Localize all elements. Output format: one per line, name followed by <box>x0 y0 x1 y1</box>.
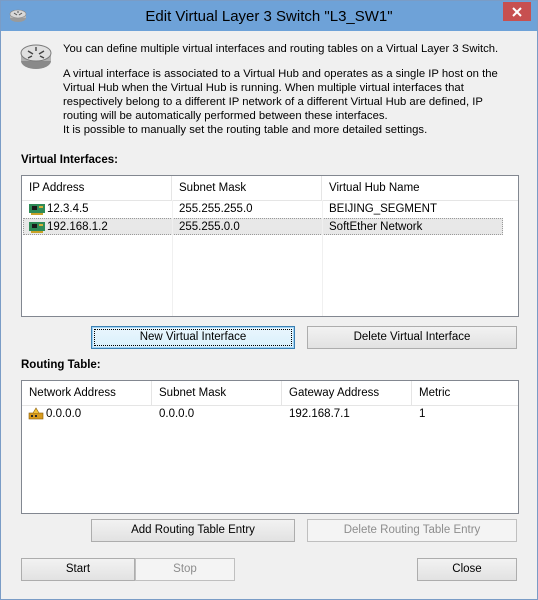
intro-paragraph-1: You can define multiple virtual interfac… <box>63 43 499 55</box>
interface-ip-cell: 192.168.1.2 <box>29 219 108 236</box>
column-divider <box>172 200 173 316</box>
stop-button[interactable]: Stop <box>135 558 235 581</box>
routing-row[interactable]: 0.0.0.0 0.0.0.0 192.168.7.1 1 <box>23 406 513 423</box>
stop-label: Stop <box>173 563 197 575</box>
interface-mask: 255.255.0.0 <box>179 221 240 233</box>
column-header-subnet-mask[interactable]: Subnet Mask <box>172 176 322 200</box>
column-header-metric[interactable]: Metric <box>412 381 518 405</box>
column-divider <box>322 200 323 316</box>
interface-mask: 255.255.255.0 <box>179 203 253 215</box>
network-card-icon <box>29 203 45 215</box>
network-card-icon <box>29 221 45 233</box>
dialog-window: Edit Virtual Layer 3 Switch "L3_SW1" You… <box>0 0 538 600</box>
intro-text: You can define multiple virtual interfac… <box>63 42 513 137</box>
start-label: Start <box>65 563 91 575</box>
delete-routing-entry-label: Delete Routing Table Entry <box>343 524 481 536</box>
routing-gateway: 192.168.7.1 <box>289 408 350 420</box>
column-header-subnet-mask[interactable]: Subnet Mask <box>152 381 282 405</box>
new-virtual-interface-label: New Virtual Interface <box>139 331 247 343</box>
column-header-virtual-hub-name[interactable]: Virtual Hub Name <box>322 176 504 200</box>
new-virtual-interface-button[interactable]: New Virtual Interface <box>91 326 295 349</box>
delete-virtual-interface-label: Delete Virtual Interface <box>353 331 471 343</box>
intro-paragraph-3: It is possible to manually set the routi… <box>63 124 428 136</box>
routing-header: Network Address Subnet Mask Gateway Addr… <box>22 381 518 406</box>
intro-paragraph-2: A virtual interface is associated to a V… <box>63 68 498 122</box>
routing-mask: 0.0.0.0 <box>159 408 195 420</box>
close-icon <box>512 6 522 17</box>
start-button[interactable]: Start <box>21 558 135 581</box>
routing-listview[interactable]: Network Address Subnet Mask Gateway Addr… <box>21 380 519 514</box>
add-routing-entry-label: Add Routing Table Entry <box>131 524 255 536</box>
interface-ip-cell: 12.3.4.5 <box>29 201 89 218</box>
interface-row-selected[interactable]: 192.168.1.2 255.255.0.0 SoftEther Networ… <box>23 218 503 235</box>
interface-row[interactable]: 12.3.4.5 255.255.255.0 BEIJING_SEGMENT <box>23 201 503 218</box>
routing-network-cell: 0.0.0.0 <box>28 406 81 423</box>
column-header-network-address[interactable]: Network Address <box>22 381 152 405</box>
interface-hub: SoftEther Network <box>329 221 423 233</box>
routing-network: 0.0.0.0 <box>46 408 82 420</box>
column-header-gateway-address[interactable]: Gateway Address <box>282 381 412 405</box>
delete-routing-entry-button[interactable]: Delete Routing Table Entry <box>307 519 517 542</box>
column-header-ip-address[interactable]: IP Address <box>22 176 172 200</box>
interfaces-section-label: Virtual Interfaces: <box>21 154 118 166</box>
add-routing-entry-button[interactable]: Add Routing Table Entry <box>91 519 295 542</box>
delete-virtual-interface-button[interactable]: Delete Virtual Interface <box>307 326 517 349</box>
interfaces-header: IP Address Subnet Mask Virtual Hub Name <box>22 176 518 201</box>
interfaces-listview[interactable]: IP Address Subnet Mask Virtual Hub Name … <box>21 175 519 317</box>
routing-metric: 1 <box>419 408 426 420</box>
interface-ip: 12.3.4.5 <box>47 203 89 215</box>
dialog-content: You can define multiple virtual interfac… <box>9 32 529 593</box>
interface-ip: 192.168.1.2 <box>47 221 108 233</box>
interface-hub: BEIJING_SEGMENT <box>329 203 437 215</box>
window-title: Edit Virtual Layer 3 Switch "L3_SW1" <box>145 8 393 25</box>
close-window-button[interactable] <box>503 2 531 21</box>
close-button[interactable]: Close <box>417 558 517 581</box>
close-label: Close <box>452 563 482 575</box>
layer3-switch-icon <box>20 44 52 69</box>
router-icon <box>28 407 44 420</box>
title-bar[interactable]: Edit Virtual Layer 3 Switch "L3_SW1" <box>1 1 537 31</box>
routing-section-label: Routing Table: <box>21 359 101 371</box>
